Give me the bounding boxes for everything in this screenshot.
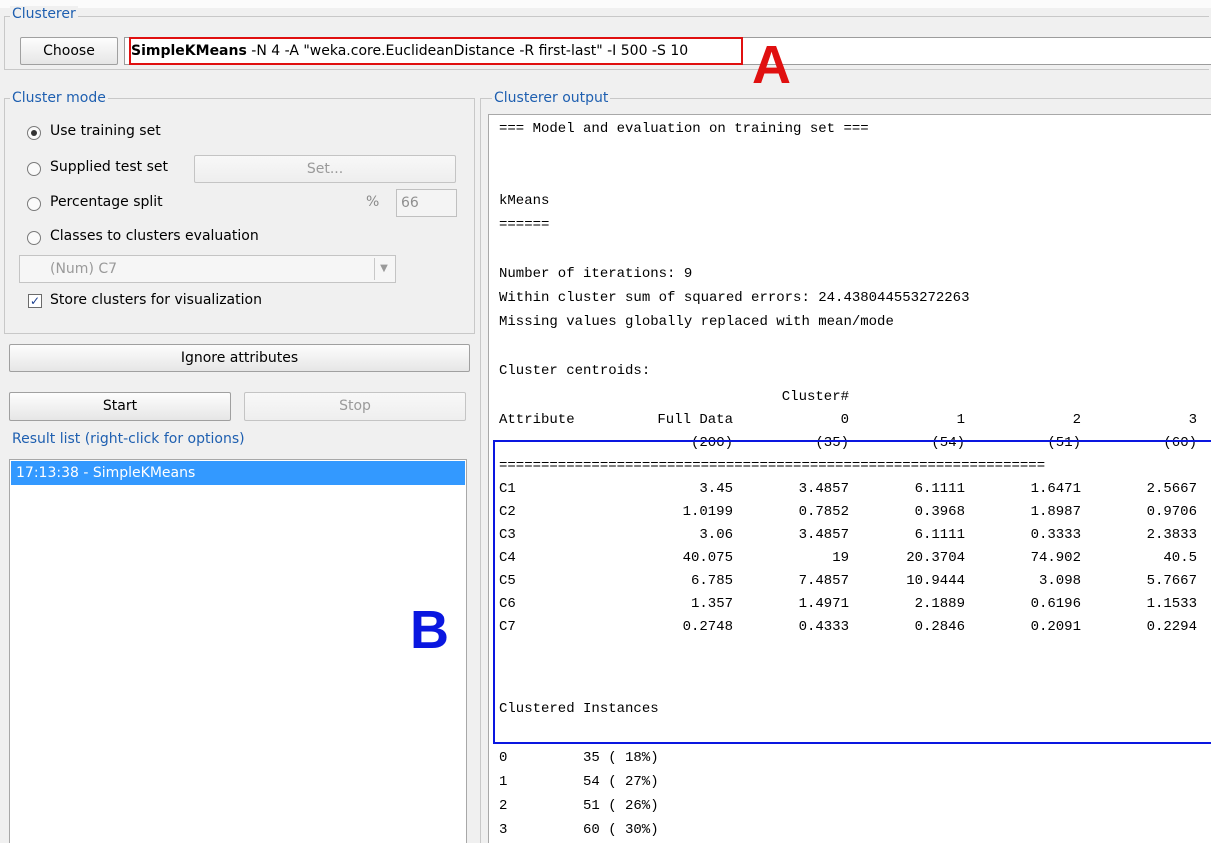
cluster-hash-row: Cluster# [499,386,1211,409]
output-centroids-title: Cluster centroids: [499,363,651,379]
annotation-box-b [493,440,1211,744]
percent-sign: % [366,194,380,210]
header-cluster-2: 2 [1072,412,1081,428]
store-clusters-checkbox[interactable]: ✓ [28,294,42,308]
list-item: 2 51 ( 26%) [499,795,799,818]
output-heading: === Model and evaluation on training set… [499,121,869,137]
header-cluster-3: 3 [1188,412,1197,428]
output-sse: Within cluster sum of squared errors: 24… [499,290,970,306]
percentage-split-radio[interactable] [27,197,41,211]
result-list[interactable]: 17:13:38 - SimpleKMeans [9,459,467,843]
top-strip [0,0,1211,8]
clusterer-output-title: Clusterer output [492,90,611,106]
output-algo: kMeans [499,193,550,209]
class-attribute-select[interactable]: (Num) C7 ▼ [19,255,396,283]
use-training-set-label: Use training set [50,123,161,139]
cluster-count: 35 ( 18%) [583,750,659,766]
annotation-label-a: A [752,35,791,95]
result-list-title: Result list (right-click for options) [10,431,247,447]
header-cluster-1: 1 [956,412,965,428]
choose-button[interactable]: Choose [20,37,118,65]
use-training-set-radio[interactable] [27,126,41,140]
cluster-count: 54 ( 27%) [583,774,659,790]
header-cluster-0: 0 [840,412,849,428]
classes-to-clusters-label: Classes to clusters evaluation [50,228,259,244]
output-iterations: Number of iterations: 9 [499,266,693,282]
header-attribute: Attribute [499,412,575,428]
start-button[interactable]: Start [9,392,231,421]
cluster-count: 51 ( 26%) [583,798,659,814]
list-item: 3 60 ( 30%) [499,819,799,842]
stop-button[interactable]: Stop [244,392,466,421]
ignore-attributes-button[interactable]: Ignore attributes [9,344,470,372]
list-item: 0 35 ( 18%) [499,747,799,770]
class-attribute-value: (Num) C7 [50,261,118,277]
store-clusters-label: Store clusters for visualization [50,292,262,308]
cluster-mode-title: Cluster mode [10,90,108,106]
output-missing: Missing values globally replaced with me… [499,314,894,330]
header-full-data: Full Data [657,412,733,428]
cluster-id: 2 [499,798,508,814]
table-header-row: Attribute Full Data 0 1 2 3 [499,409,1211,432]
supplied-test-set-label: Supplied test set [50,159,168,175]
chevron-down-icon[interactable]: ▼ [374,258,393,280]
list-item: 1 54 ( 27%) [499,771,799,794]
percentage-field[interactable]: 66 [396,189,457,217]
supplied-test-set-radio[interactable] [27,162,41,176]
cluster-id: 0 [499,750,508,766]
percentage-split-label: Percentage split [50,194,163,210]
output-algo-underline: ====== [499,217,550,233]
cluster-hash-label: Cluster# [781,389,849,405]
clusterer-title: Clusterer [10,6,78,22]
cluster-count: 60 ( 30%) [583,822,659,838]
clustered-instances-list: 0 35 ( 18%) 1 54 ( 27%) 2 51 ( 26%) 3 60 ( 30%) [499,747,799,843]
classes-to-clusters-radio[interactable] [27,231,41,245]
cluster-id: 3 [499,822,508,838]
cluster-id: 1 [499,774,508,790]
annotation-box-a [129,37,743,65]
annotation-label-b: B [410,600,449,660]
result-list-item[interactable]: 17:13:38 - SimpleKMeans [11,461,465,485]
set-test-button[interactable]: Set... [194,155,456,183]
